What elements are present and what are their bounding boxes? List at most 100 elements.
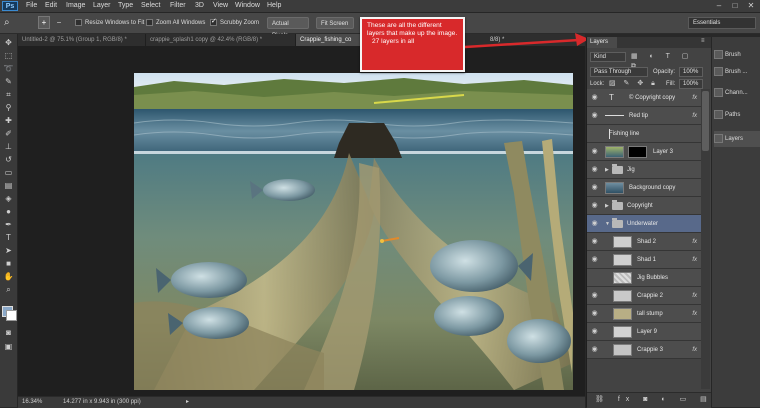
- layer-row[interactable]: Fishing line: [587, 125, 701, 143]
- status-arrow-icon[interactable]: ▸: [186, 397, 189, 408]
- expand-arrow-icon[interactable]: ▶: [605, 161, 609, 179]
- panel-menu-icon[interactable]: ≡: [701, 38, 705, 44]
- layer-row[interactable]: ◉ Shad 2 fx: [587, 233, 701, 251]
- dock-brush[interactable]: Brush: [714, 47, 760, 63]
- menu-3d[interactable]: 3D: [195, 0, 204, 12]
- blur-tool-icon[interactable]: ◈: [3, 194, 14, 203]
- layer-row[interactable]: ◉ ▶ Copyright: [587, 197, 701, 215]
- brush-tool-icon[interactable]: ✐: [3, 129, 14, 138]
- layers-scroll-thumb[interactable]: [702, 91, 709, 151]
- fx-icon[interactable]: fx: [692, 341, 697, 359]
- fx-icon[interactable]: fx: [692, 305, 697, 323]
- actual-pixels-button[interactable]: Actual Pixels: [267, 17, 309, 39]
- history-brush-icon[interactable]: ↺: [3, 155, 14, 164]
- visibility-eye-icon[interactable]: ◉: [590, 220, 599, 228]
- quick-mask-icon[interactable]: ◙: [3, 328, 14, 337]
- visibility-eye-icon[interactable]: ◉: [590, 310, 599, 318]
- gradient-tool-icon[interactable]: ▤: [3, 181, 14, 190]
- layer-row[interactable]: ◉ tall stump fx: [587, 305, 701, 323]
- layer-row[interactable]: ◉ Background copy: [587, 179, 701, 197]
- background-color-swatch[interactable]: [6, 310, 17, 321]
- fx-icon[interactable]: fx: [692, 233, 697, 251]
- menu-view[interactable]: View: [213, 0, 228, 12]
- menu-select[interactable]: Select: [141, 0, 160, 12]
- lock-icons[interactable]: ▨ ✎ ✥ 🔒︎: [609, 79, 659, 89]
- layer-row[interactable]: ◉ Crappie 3 fx: [587, 341, 701, 359]
- layer-row[interactable]: ◉ Layer 9: [587, 323, 701, 341]
- visibility-eye-icon[interactable]: ◉: [590, 166, 599, 174]
- quick-select-tool-icon[interactable]: ✎: [3, 77, 14, 86]
- layer-row[interactable]: ◉ ▼ Underwater: [587, 215, 701, 233]
- fx-icon[interactable]: fx: [692, 107, 697, 125]
- zoom-tool-icon[interactable]: ⌕: [4, 16, 17, 29]
- maximize-button[interactable]: □: [728, 1, 742, 11]
- visibility-eye-icon[interactable]: ◉: [590, 292, 599, 300]
- resize-windows-checkbox[interactable]: [75, 19, 82, 26]
- opacity-input[interactable]: 100%: [679, 67, 703, 77]
- layer-row[interactable]: ◉ Red tip fx: [587, 107, 701, 125]
- eyedropper-tool-icon[interactable]: ⚲: [3, 103, 14, 112]
- collapse-arrow-icon[interactable]: ▼: [605, 215, 610, 233]
- layers-tab[interactable]: Layers: [587, 37, 617, 48]
- visibility-eye-icon[interactable]: ◉: [590, 256, 599, 264]
- close-button[interactable]: ✕: [744, 1, 758, 11]
- stamp-tool-icon[interactable]: ⊥: [3, 142, 14, 151]
- visibility-eye-icon[interactable]: ◉: [590, 346, 599, 354]
- dock-layers[interactable]: Layers: [714, 131, 760, 147]
- zoom-out-icon[interactable]: −: [53, 16, 65, 29]
- lasso-tool-icon[interactable]: ➰: [3, 64, 14, 73]
- fit-screen-button[interactable]: Fit Screen: [316, 17, 354, 29]
- type-tool-icon[interactable]: T: [3, 233, 14, 242]
- layer-row[interactable]: ◉ Shad 1 fx: [587, 251, 701, 269]
- expand-arrow-icon[interactable]: ▶: [605, 197, 609, 215]
- zoom-level[interactable]: 16.34%: [22, 397, 42, 408]
- layer-row[interactable]: Jig Bubbles: [587, 269, 701, 287]
- dodge-tool-icon[interactable]: ●: [3, 207, 14, 216]
- document-image[interactable]: [134, 73, 573, 390]
- scrubby-zoom-checkbox[interactable]: [210, 17, 217, 26]
- menu-help[interactable]: Help: [267, 0, 281, 12]
- layer-row[interactable]: ◉ Crappie 2 fx: [587, 287, 701, 305]
- shape-tool-icon[interactable]: ■: [3, 259, 14, 268]
- dock-brush-presets[interactable]: Brush ...: [714, 64, 760, 80]
- path-select-icon[interactable]: ➤: [3, 246, 14, 255]
- visibility-eye-icon[interactable]: ◉: [590, 202, 599, 210]
- screen-mode-icon[interactable]: ▣: [3, 342, 14, 351]
- menu-image[interactable]: Image: [66, 0, 85, 12]
- fill-input[interactable]: 100%: [679, 79, 703, 89]
- fx-icon[interactable]: fx: [692, 251, 697, 269]
- move-tool-icon[interactable]: ✥: [3, 38, 14, 47]
- hand-tool-icon[interactable]: ✋: [3, 272, 14, 281]
- dock-channels[interactable]: Chann...: [714, 85, 760, 101]
- layer-row[interactable]: ◉ T © Copyright copy fx: [587, 89, 701, 107]
- fx-icon[interactable]: fx: [692, 89, 697, 107]
- visibility-eye-icon[interactable]: ◉: [590, 184, 599, 192]
- layer-row[interactable]: ◉ Layer 3: [587, 143, 701, 161]
- zoom-all-checkbox[interactable]: [146, 19, 153, 26]
- visibility-eye-icon[interactable]: ◉: [590, 148, 599, 156]
- dock-paths[interactable]: Paths: [714, 107, 760, 123]
- zoom-tool-small-icon[interactable]: ⌕: [3, 285, 14, 294]
- fx-icon[interactable]: fx: [692, 287, 697, 305]
- minimize-button[interactable]: –: [712, 1, 726, 11]
- eraser-tool-icon[interactable]: ▭: [3, 168, 14, 177]
- blend-mode-select[interactable]: Pass Through: [590, 67, 648, 77]
- menu-edit[interactable]: Edit: [45, 0, 57, 12]
- menu-filter[interactable]: Filter: [170, 0, 186, 12]
- tab-crappie-splash[interactable]: crappie_splash1 copy @ 42.4% (RGB/8) *: [146, 34, 296, 46]
- visibility-eye-icon[interactable]: ◉: [590, 94, 599, 102]
- document-size-info[interactable]: 14.277 in x 9.943 in (300 ppi): [63, 397, 141, 408]
- layer-filter-icons[interactable]: ▦ ◐ T ▢ ⧉: [631, 52, 701, 70]
- workspace-select[interactable]: Essentials: [688, 17, 756, 29]
- layer-row[interactable]: ◉ ▶ Jig: [587, 161, 701, 179]
- kind-filter-select[interactable]: Kind: [590, 52, 626, 62]
- visibility-eye-icon[interactable]: ◉: [590, 112, 599, 120]
- menu-layer[interactable]: Layer: [93, 0, 111, 12]
- crop-tool-icon[interactable]: ⌗: [3, 90, 14, 99]
- pen-tool-icon[interactable]: ✒: [3, 220, 14, 229]
- visibility-eye-icon[interactable]: ◉: [590, 328, 599, 336]
- menu-type[interactable]: Type: [118, 0, 133, 12]
- visibility-eye-icon[interactable]: ◉: [590, 238, 599, 246]
- healing-tool-icon[interactable]: ✚: [3, 116, 14, 125]
- menu-window[interactable]: Window: [235, 0, 260, 12]
